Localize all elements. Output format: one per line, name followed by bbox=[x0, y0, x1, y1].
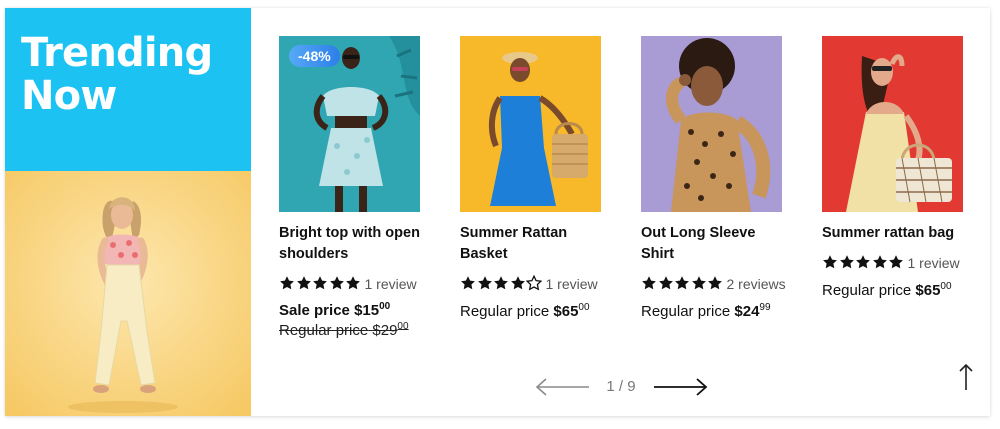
section-title: Trending Now bbox=[21, 30, 213, 119]
star-rating bbox=[641, 275, 724, 291]
product-rating: 1 review bbox=[279, 275, 429, 293]
sale-price: Sale price $1500 bbox=[279, 301, 391, 320]
review-count: 1 review bbox=[907, 255, 960, 271]
woman-leopard-shirt-image bbox=[641, 36, 782, 212]
product-name[interactable]: Bright top with open shoulders bbox=[279, 223, 429, 265]
product-name[interactable]: Out Long Sleeve Shirt bbox=[641, 223, 791, 265]
star-icon bbox=[839, 255, 854, 269]
star-icon bbox=[329, 276, 344, 290]
star-icon bbox=[313, 276, 327, 290]
product-image[interactable] bbox=[641, 36, 782, 212]
product-card[interactable]: Summer rattan bag 1 review Regular price… bbox=[822, 36, 972, 300]
product-image[interactable] bbox=[822, 36, 963, 212]
review-count: 1 review bbox=[545, 276, 598, 292]
product-card[interactable]: -48% Bright top with open shoulders 1 re… bbox=[279, 36, 429, 340]
product-card[interactable]: Summer Rattan Basket 1 review Regular pr… bbox=[460, 36, 610, 321]
star-icon bbox=[691, 276, 706, 290]
promo-photo[interactable] bbox=[5, 171, 251, 416]
review-count: 1 review bbox=[364, 276, 417, 292]
star-icon bbox=[708, 276, 722, 290]
regular-price: Regular price $2499 bbox=[641, 302, 771, 321]
product-name[interactable]: Summer Rattan Basket bbox=[460, 223, 610, 265]
star-icon bbox=[477, 276, 492, 290]
product-rating: 1 review bbox=[460, 275, 610, 293]
star-icon bbox=[642, 276, 656, 290]
woman-blue-dress-image bbox=[460, 36, 601, 212]
star-icon bbox=[823, 255, 837, 269]
arrow-left-icon[interactable] bbox=[535, 377, 591, 397]
star-rating bbox=[460, 275, 543, 291]
woman-posing-image bbox=[5, 171, 251, 416]
star-icon bbox=[856, 255, 870, 269]
star-icon bbox=[658, 276, 673, 290]
star-icon bbox=[494, 276, 508, 290]
star-icon bbox=[889, 255, 903, 269]
star-icon bbox=[872, 255, 887, 269]
product-rating: 2 reviews bbox=[641, 275, 791, 293]
woman-rattan-bag-image bbox=[822, 36, 963, 212]
star-rating bbox=[822, 254, 905, 270]
discount-badge: -48% bbox=[289, 45, 340, 67]
trending-promo: Trending Now bbox=[5, 8, 251, 416]
star-icon bbox=[346, 276, 360, 290]
product-card[interactable]: Out Long Sleeve Shirt 2 reviews Regular … bbox=[641, 36, 791, 321]
star-icon bbox=[675, 276, 689, 290]
carousel-pager: 1 / 9 bbox=[535, 374, 715, 400]
star-icon bbox=[296, 276, 311, 290]
product-rating: 1 review bbox=[822, 254, 972, 272]
promo-title-box: Trending Now bbox=[5, 8, 251, 171]
star-rating bbox=[279, 275, 362, 291]
regular-price: Regular price $2900 bbox=[279, 321, 409, 340]
star-icon bbox=[461, 276, 475, 290]
page-indicator: 1 / 9 bbox=[606, 378, 636, 395]
arrow-right-icon[interactable] bbox=[652, 377, 708, 397]
product-image[interactable] bbox=[460, 36, 601, 212]
product-name[interactable]: Summer rattan bag bbox=[822, 223, 972, 244]
review-count: 2 reviews bbox=[726, 276, 786, 292]
product-image[interactable]: -48% bbox=[279, 36, 420, 212]
arrow-up-icon[interactable] bbox=[955, 363, 977, 391]
star-icon bbox=[510, 276, 525, 290]
regular-price: Regular price $6500 bbox=[822, 281, 952, 300]
star-icon bbox=[526, 275, 542, 291]
regular-price: Regular price $6500 bbox=[460, 302, 590, 321]
star-icon bbox=[280, 276, 294, 290]
